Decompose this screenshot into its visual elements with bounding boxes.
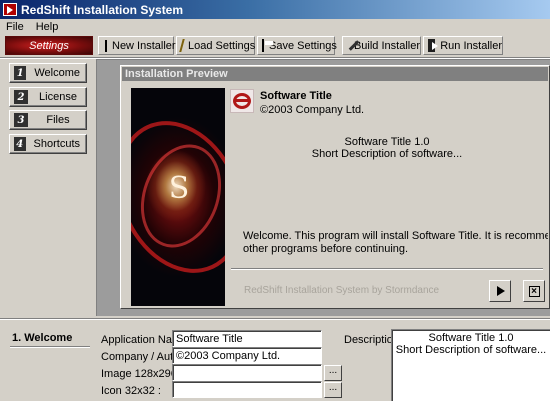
section-title-underline: [10, 346, 90, 348]
short-description: Short Description of software...: [311, 148, 463, 160]
settings-tab-label: Settings: [29, 39, 69, 52]
menu-help[interactable]: Help: [30, 21, 65, 33]
run-installer-button[interactable]: Run Installer: [423, 36, 503, 55]
welcome-text-line1: Welcome. This program will install Softw…: [243, 230, 548, 242]
new-document-icon: [105, 39, 107, 52]
sidebar-item-shortcuts[interactable]: 4 Shortcuts: [9, 134, 87, 154]
preview-footer: RedShift Installation System by Stormdan…: [244, 285, 440, 296]
welcome-text-line2: other programs before continuing.: [243, 243, 409, 255]
image-browse-button[interactable]: ...: [324, 365, 342, 381]
play-icon: [428, 39, 439, 52]
swirl-logo-glyph: S: [168, 171, 190, 206]
sidebar-item-label: Welcome: [34, 67, 80, 79]
new-installer-label: New Installer: [112, 39, 176, 52]
save-settings-label: Save Settings: [269, 39, 337, 52]
installer-banner-image: S: [131, 88, 225, 306]
preview-close-button[interactable]: ×: [523, 280, 545, 302]
description-line1: Software Title 1.0: [428, 332, 514, 344]
section-title: 1. Welcome: [12, 332, 73, 344]
version-line: Software Title 1.0: [344, 136, 430, 148]
image-label: Image 128x296 :: [101, 368, 183, 380]
sidebar-item-label: License: [39, 91, 77, 103]
settings-tab[interactable]: Settings: [5, 36, 93, 55]
build-installer-button[interactable]: Build Installer: [342, 36, 421, 55]
app-icon: [3, 3, 17, 16]
description-textarea[interactable]: Software Title 1.0 Short Description of …: [391, 329, 550, 401]
sidebar-item-files[interactable]: 3 Files: [9, 110, 87, 130]
toolbar: Settings New Installer Load Settings Sav…: [0, 35, 550, 57]
description-line2: Short Description of software...: [395, 344, 547, 356]
sidebar-item-label: Files: [46, 114, 70, 126]
preview-separator: [231, 268, 543, 270]
folder-open-icon: [179, 39, 185, 52]
sidebar-item-license[interactable]: 2 License: [9, 87, 87, 107]
window-title: RedShift Installation System: [21, 2, 184, 17]
sidebar-item-welcome[interactable]: 1 Welcome: [9, 63, 87, 83]
icon-path-field[interactable]: [172, 381, 322, 398]
hammer-icon: [347, 39, 349, 52]
play-icon: [497, 286, 505, 296]
menu-file[interactable]: File: [0, 21, 30, 33]
installation-preview-window: Installation Preview S Software Title ©2…: [120, 65, 550, 309]
preview-next-button[interactable]: [489, 280, 511, 302]
menu-bar: File Help: [0, 19, 550, 34]
preview-title: Installation Preview: [122, 67, 548, 81]
new-installer-button[interactable]: New Installer: [98, 36, 176, 55]
icon-browse-button[interactable]: ...: [324, 382, 342, 398]
app-name-field[interactable]: Software Title: [172, 330, 322, 347]
save-settings-button[interactable]: Save Settings: [257, 36, 337, 55]
section-divider: [0, 318, 550, 320]
software-company: ©2003 Company Ltd.: [260, 104, 365, 116]
floppy-disk-icon: [262, 39, 273, 52]
step-number-badge: 4: [14, 137, 26, 151]
load-settings-label: Load Settings: [188, 39, 256, 52]
sidebar-item-label: Shortcuts: [33, 138, 80, 150]
icon-label: Icon 32x32 :: [101, 385, 161, 397]
software-title: Software Title: [260, 90, 332, 102]
software-logo-icon: [230, 89, 254, 113]
close-icon: ×: [528, 285, 540, 297]
company-field[interactable]: ©2003 Company Ltd.: [172, 347, 322, 364]
step-number-badge: 1: [14, 66, 27, 80]
step-number-badge: 3: [14, 113, 28, 127]
title-bar: RedShift Installation System: [0, 0, 550, 19]
run-installer-label: Run Installer: [440, 39, 502, 52]
step-number-badge: 2: [14, 90, 28, 104]
image-path-field[interactable]: [172, 364, 322, 381]
build-installer-label: Build Installer: [353, 39, 420, 52]
load-settings-button[interactable]: Load Settings: [176, 36, 255, 55]
